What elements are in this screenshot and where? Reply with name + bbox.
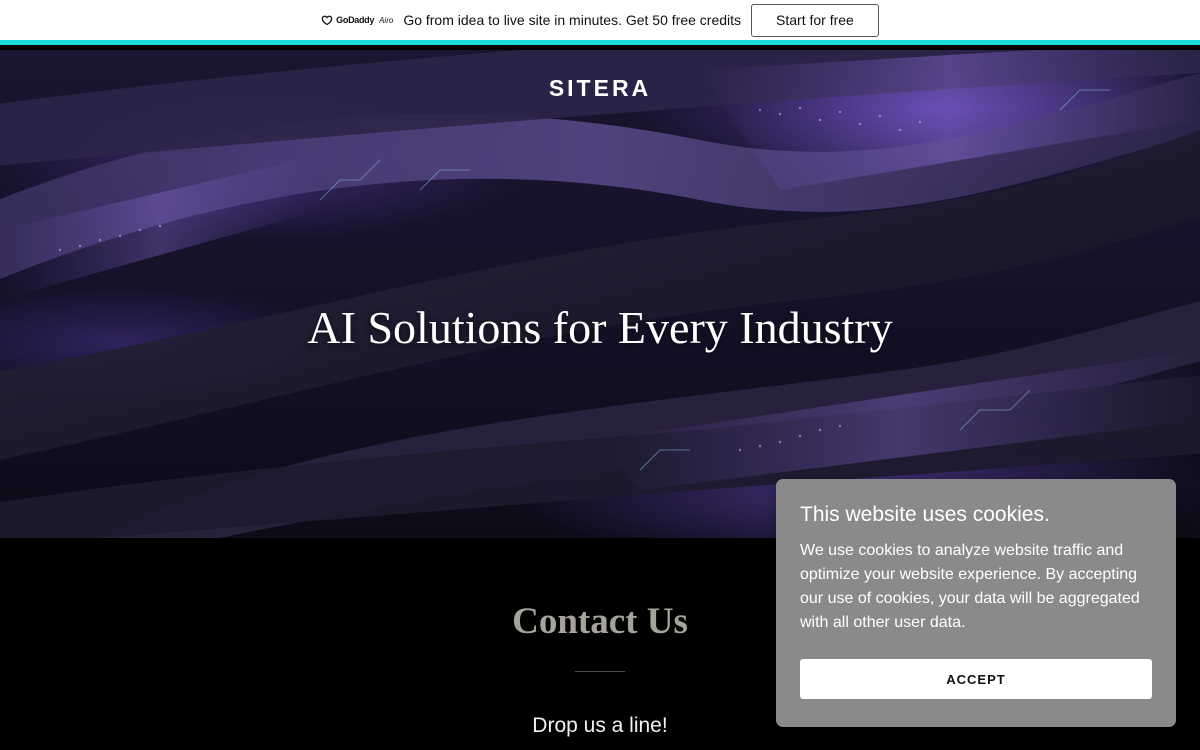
start-for-free-button[interactable]: Start for free — [751, 3, 879, 37]
promo-message: Go from idea to live site in minutes. Ge… — [403, 12, 742, 28]
accept-cookies-button[interactable]: ACCEPT — [800, 659, 1152, 699]
cookie-title: This website uses cookies. — [800, 503, 1050, 526]
promo-banner: GoDaddy Airo Go from idea to live site i… — [0, 0, 1200, 45]
cookie-message: We use cookies to analyze website traffi… — [800, 542, 1140, 631]
godaddy-heart-icon — [321, 15, 333, 26]
hero-background-image — [0, 50, 1200, 538]
hero-section: SITERA AI Solutions for Every Industry — [0, 50, 1200, 538]
godaddy-airo-logo[interactable]: GoDaddy Airo — [321, 14, 393, 26]
hero-title: AI Solutions for Every Industry — [307, 302, 893, 353]
promo-content: GoDaddy Airo Go from idea to live site i… — [321, 3, 879, 37]
cookie-consent-banner: This website uses cookies. We use cookie… — [776, 479, 1176, 727]
logo-text: GoDaddy — [336, 15, 375, 25]
section-divider — [575, 671, 625, 672]
site-brand[interactable]: SITERA — [0, 75, 1200, 102]
logo-subtext: Airo — [379, 15, 394, 25]
